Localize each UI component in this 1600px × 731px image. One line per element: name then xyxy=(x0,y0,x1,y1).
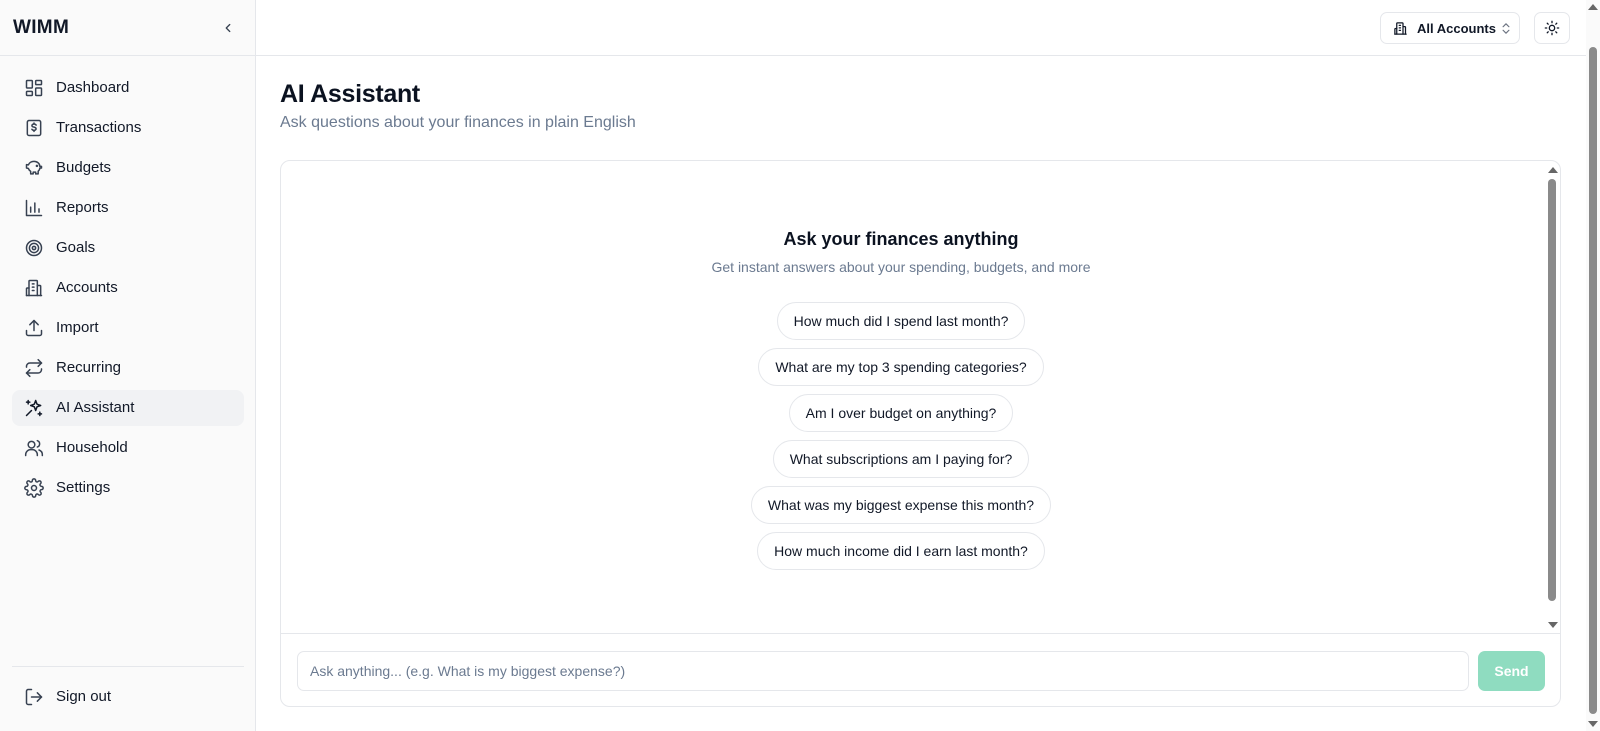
theme-toggle-button[interactable] xyxy=(1534,12,1570,44)
repeat-icon xyxy=(24,358,44,378)
chat-input[interactable] xyxy=(297,651,1469,691)
piggy-bank-icon xyxy=(24,158,44,178)
gear-icon xyxy=(24,478,44,498)
sidebar-divider xyxy=(12,666,244,667)
sidebar-nav: Dashboard Transactions Budgets Reports G… xyxy=(12,70,244,510)
chat-messages-area: Ask your finances anything Get instant a… xyxy=(281,161,1560,634)
chat-scrollbar[interactable] xyxy=(1545,161,1559,634)
scrollbar-thumb[interactable] xyxy=(1548,179,1556,601)
send-button[interactable]: Send xyxy=(1478,651,1545,691)
sidebar-item-household[interactable]: Household xyxy=(12,430,244,466)
suggestion-chip[interactable]: How much did I spend last month? xyxy=(776,302,1026,340)
scroll-up-arrow-icon[interactable] xyxy=(1588,4,1598,10)
chevron-left-icon xyxy=(225,23,231,33)
log-out-icon xyxy=(24,687,44,707)
scroll-down-arrow-icon[interactable] xyxy=(1588,721,1598,727)
suggestion-chip[interactable]: Am I over budget on anything? xyxy=(788,394,1014,432)
sign-out-button[interactable]: Sign out xyxy=(12,679,244,715)
sidebar-item-accounts[interactable]: Accounts xyxy=(12,270,244,306)
chevrons-up-down-icon xyxy=(1499,21,1513,36)
collapse-sidebar-button[interactable] xyxy=(218,18,238,38)
sidebar-header: WIMM xyxy=(0,0,255,56)
sidebar-item-label: Reports xyxy=(56,199,109,216)
scroll-down-arrow-icon[interactable] xyxy=(1548,622,1558,628)
suggestion-chip[interactable]: How much income did I earn last month? xyxy=(757,532,1045,570)
chat-composer: Send xyxy=(297,651,1545,691)
sidebar-item-label: Household xyxy=(56,439,128,456)
dashboard-icon xyxy=(24,78,44,98)
suggestion-chip[interactable]: What was my biggest expense this month? xyxy=(750,486,1052,524)
upload-icon xyxy=(24,318,44,338)
sidebar-item-label: Goals xyxy=(56,239,96,256)
page-scrollbar[interactable] xyxy=(1586,0,1600,731)
users-icon xyxy=(24,438,44,458)
sidebar-item-budgets[interactable]: Budgets xyxy=(12,150,244,186)
sidebar-item-settings[interactable]: Settings xyxy=(12,470,244,506)
bar-chart-icon xyxy=(24,198,44,218)
suggestion-chip[interactable]: What are my top 3 spending categories? xyxy=(758,348,1044,386)
sidebar-item-label: Dashboard xyxy=(56,79,130,96)
dollar-receipt-icon xyxy=(24,118,44,138)
app-root: WIMM Dashboard Transactions Budgets Repo… xyxy=(0,0,1600,731)
account-selector[interactable]: All Accounts xyxy=(1380,12,1520,44)
sidebar-item-transactions[interactable]: Transactions xyxy=(12,110,244,146)
target-icon xyxy=(24,238,44,258)
building-icon xyxy=(1393,21,1408,36)
sidebar-item-reports[interactable]: Reports xyxy=(12,190,244,226)
sidebar-item-import[interactable]: Import xyxy=(12,310,244,346)
sidebar-item-recurring[interactable]: Recurring xyxy=(12,350,244,386)
sidebar-item-label: Settings xyxy=(56,479,111,496)
sidebar-item-label: AI Assistant xyxy=(56,399,135,416)
sidebar-item-label: Recurring xyxy=(56,359,122,376)
chat-panel: Ask your finances anything Get instant a… xyxy=(280,160,1561,707)
scroll-up-arrow-icon[interactable] xyxy=(1548,167,1558,173)
sidebar: WIMM Dashboard Transactions Budgets Repo… xyxy=(0,0,256,731)
suggestion-chip[interactable]: What subscriptions am I paying for? xyxy=(772,440,1030,478)
sidebar-item-label: Transactions xyxy=(56,119,142,136)
scrollbar-thumb[interactable] xyxy=(1589,47,1597,714)
account-selector-label: All Accounts xyxy=(1417,21,1496,36)
suggestion-list: How much did I spend last month? What ar… xyxy=(281,302,1521,578)
sidebar-item-dashboard[interactable]: Dashboard xyxy=(12,70,244,106)
sidebar-item-label: Budgets xyxy=(56,159,112,176)
sidebar-item-goals[interactable]: Goals xyxy=(12,230,244,266)
sidebar-item-label: Import xyxy=(56,319,99,336)
page-subtitle: Ask questions about your finances in pla… xyxy=(280,114,636,131)
sun-icon xyxy=(1544,20,1560,36)
empty-state-subtitle: Get instant answers about your spending,… xyxy=(711,259,1091,275)
sign-out-label: Sign out xyxy=(56,688,112,705)
empty-state-title: Ask your finances anything xyxy=(783,229,1019,249)
sidebar-item-ai-assistant[interactable]: AI Assistant xyxy=(12,390,244,426)
sidebar-item-label: Accounts xyxy=(56,279,118,296)
brand-logo: WIMM xyxy=(13,17,70,38)
top-header: All Accounts xyxy=(256,0,1586,56)
page-title: AI Assistant xyxy=(280,80,420,108)
building-icon xyxy=(24,278,44,298)
sparkles-icon xyxy=(24,398,44,418)
